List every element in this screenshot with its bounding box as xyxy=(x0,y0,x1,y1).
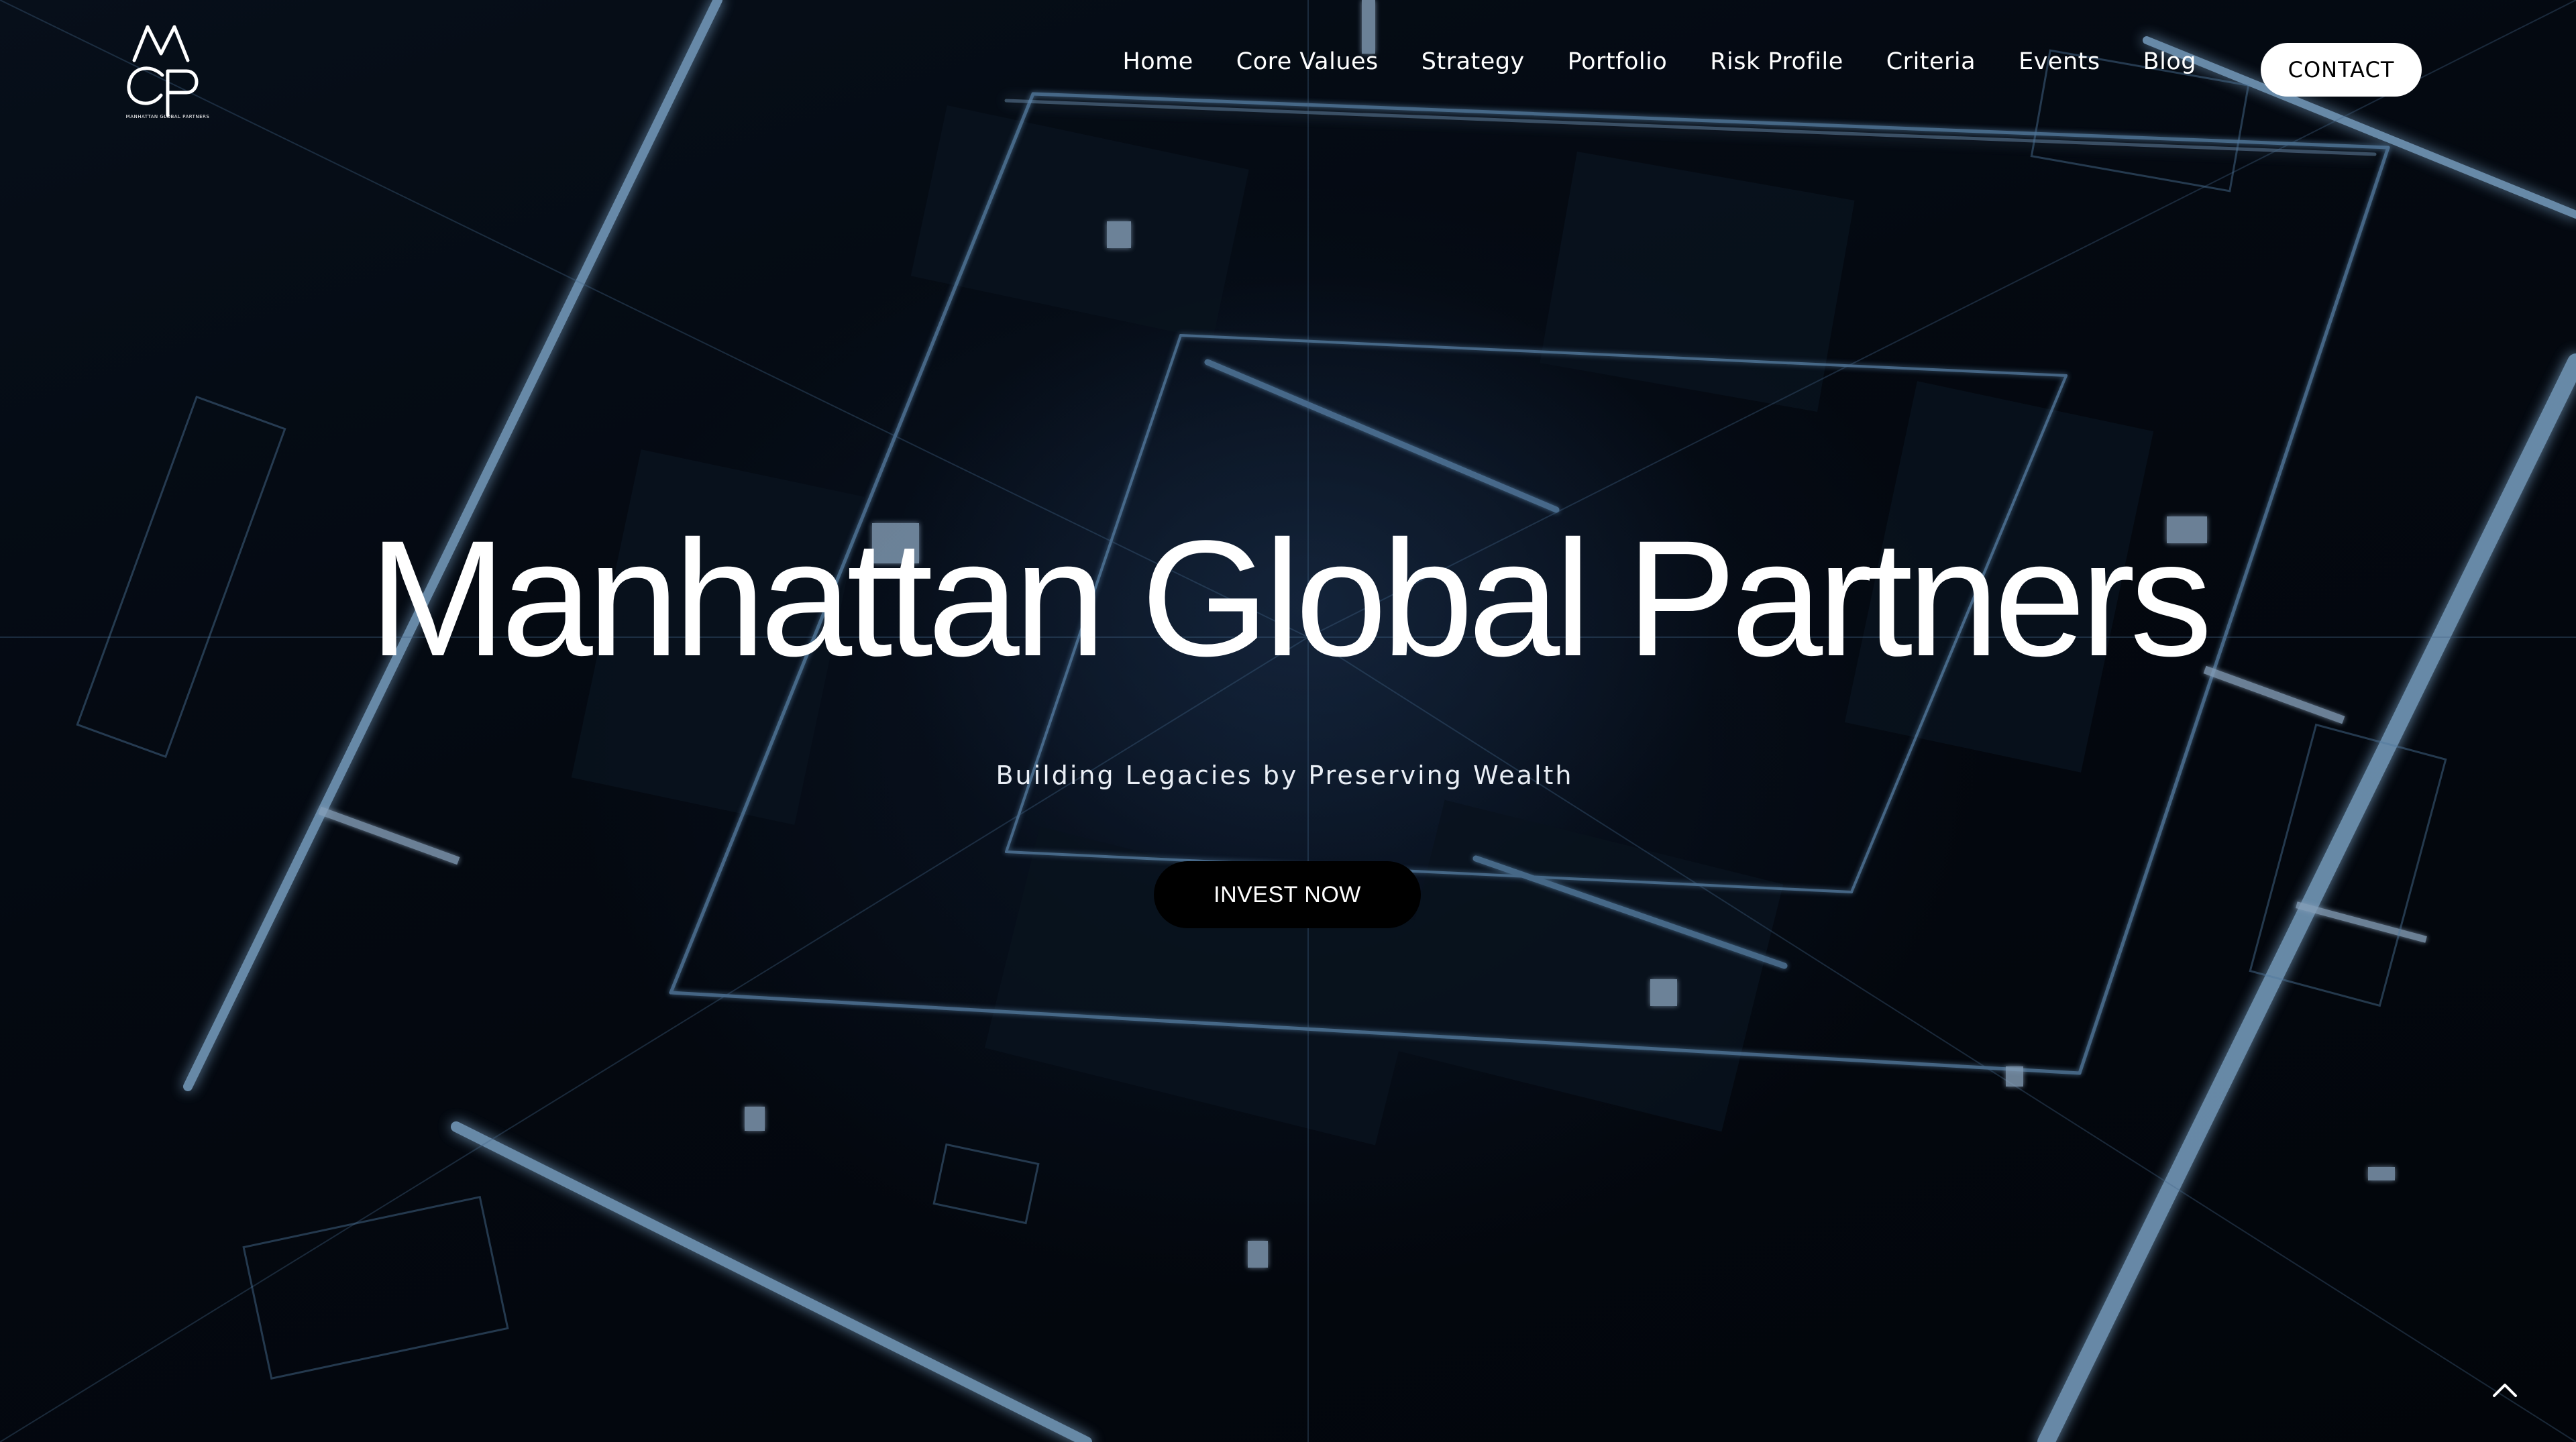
nav-events[interactable]: Events xyxy=(2019,48,2100,75)
chevron-up-icon xyxy=(2493,1384,2517,1397)
nav-risk-profile[interactable]: Risk Profile xyxy=(1710,48,1843,75)
nav-criteria[interactable]: Criteria xyxy=(1886,48,1976,75)
hero-overlay xyxy=(0,0,2576,1442)
nav-blog[interactable]: Blog xyxy=(2143,48,2196,75)
invest-now-button[interactable]: INVEST NOW xyxy=(1154,861,1421,928)
nav-home[interactable]: Home xyxy=(1122,48,1193,75)
hero-subtitle: Building Legacies by Preserving Wealth xyxy=(996,761,1574,790)
nav-strategy[interactable]: Strategy xyxy=(1421,48,1525,75)
nav-core-values[interactable]: Core Values xyxy=(1236,48,1379,75)
logo-tagline: MANHATTAN GLOBAL PARTNERS xyxy=(126,114,210,119)
mgp-logo-icon: MANHATTAN GLOBAL PARTNERS xyxy=(126,25,210,119)
contact-button[interactable]: CONTACT xyxy=(2261,43,2422,97)
landing-page: MANHATTAN GLOBAL PARTNERS Home Core Valu… xyxy=(0,0,2576,1442)
mgp-logo[interactable]: MANHATTAN GLOBAL PARTNERS xyxy=(121,20,215,121)
hero-title: Manhattan Global Partners xyxy=(369,506,2212,691)
main-nav: Home Core Values Strategy Portfolio Risk… xyxy=(1122,48,2196,75)
scroll-to-top-button[interactable] xyxy=(2478,1368,2532,1411)
nav-portfolio[interactable]: Portfolio xyxy=(1568,48,1667,75)
